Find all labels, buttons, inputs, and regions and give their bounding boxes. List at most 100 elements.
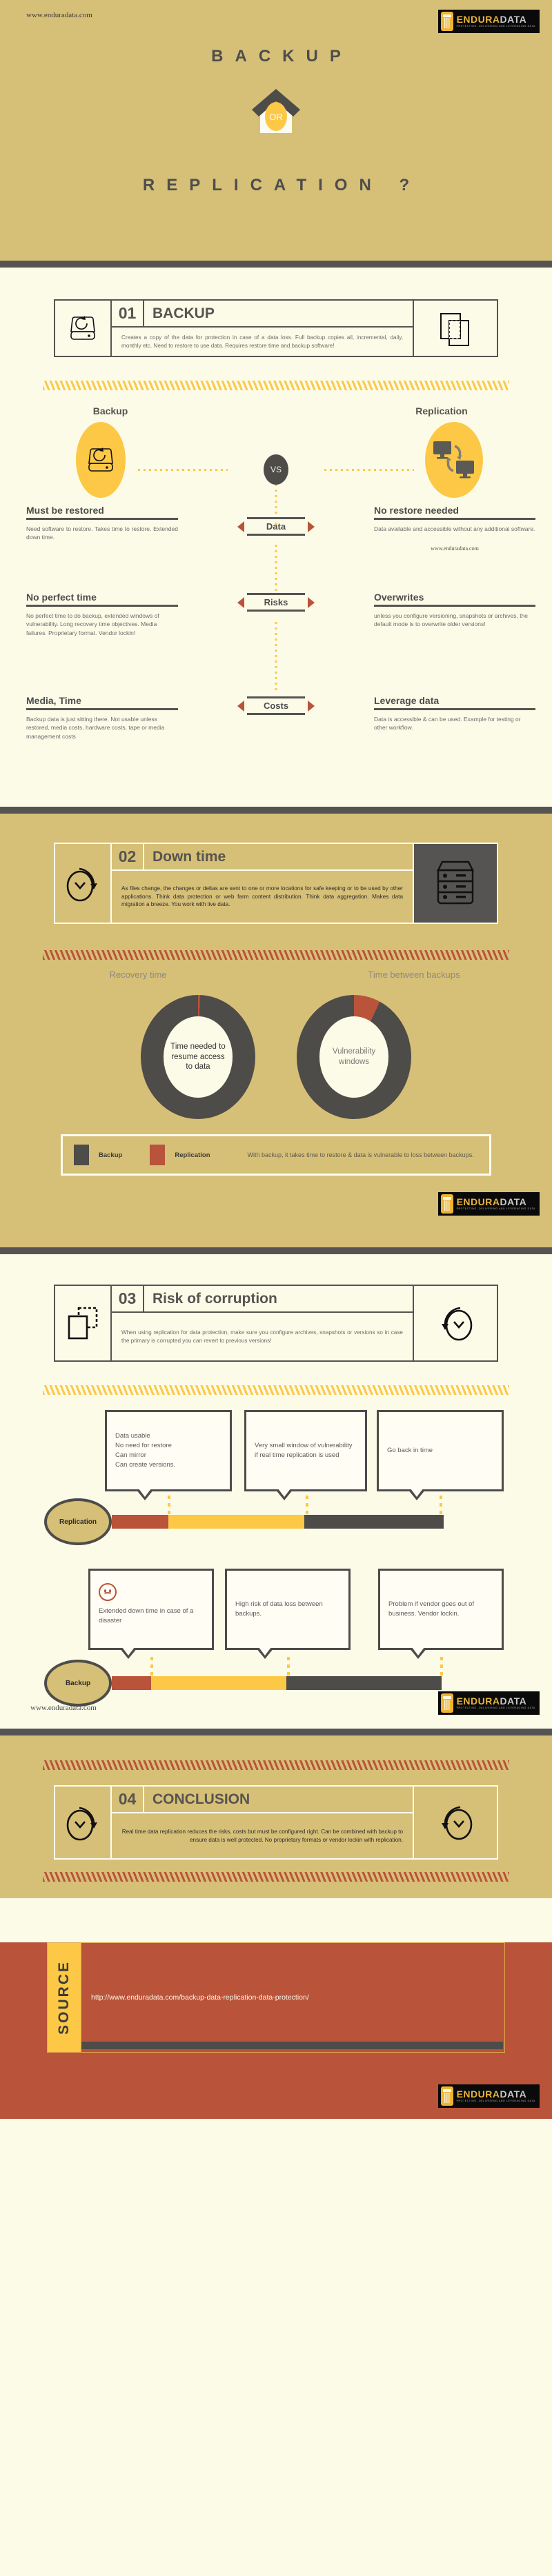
infographic-page: www.enduradata.com ENDURADATA PROTECTING… [0, 0, 552, 2119]
column-logo-icon [440, 1693, 453, 1713]
donut-2-center-label: Vulnerability windows [319, 1016, 388, 1098]
bubble-text: Data usable No need for restore Can mirr… [115, 1432, 176, 1469]
card-03-left-icon-cell [55, 1286, 112, 1360]
timeline-replication-bubble-1: Data usable No need for restore Can mirr… [105, 1410, 232, 1500]
row-pill-data: Data [247, 517, 305, 536]
svg-text:OR: OR [269, 112, 283, 122]
comparison-left-heading: Backup [92, 405, 128, 416]
row-costs-left: Media, Time Backup data is just sitting … [0, 695, 178, 785]
legend-label-backup: Backup [99, 1151, 123, 1159]
card-04-right-icon-cell [413, 1787, 497, 1858]
timeline-backup-stem-1 [150, 1657, 153, 1676]
card-01-left-icon-cell [55, 301, 112, 356]
row-risks-left-title: No perfect time [26, 592, 97, 603]
timeline-replication-bar [112, 1515, 444, 1529]
row-risks-right-text: unless you configure versioning, snapsho… [374, 612, 529, 628]
source-url-link[interactable]: http://www.enduradata.com/backup-data-re… [91, 1993, 309, 2002]
house-or-icon: OR [252, 89, 300, 133]
section-2-logo[interactable]: ENDURADATA PROTECTING, DELIVERING AND LE… [437, 1192, 540, 1217]
underline [374, 518, 535, 520]
logo-tagline: PROTECTING, DELIVERING AND LEVERAGING DA… [456, 25, 535, 28]
pill-bar-bottom [247, 610, 305, 612]
row-risks-left-text: No perfect time to do backup, extended w… [26, 612, 159, 636]
hero-header: www.enduradata.com ENDURADATA PROTECTING… [0, 0, 552, 261]
card-03: 03 Risk of corruption When using replica… [54, 1285, 498, 1362]
row-pill-costs-label: Costs [247, 698, 305, 713]
row-pill-costs: Costs [247, 696, 305, 715]
card-03-right-icon-cell [413, 1286, 497, 1360]
row-pill-data-label: Data [247, 519, 305, 534]
header-logo[interactable]: ENDURADATA PROTECTING, DELIVERING AND LE… [437, 10, 540, 34]
underline [26, 708, 178, 710]
column-logo-icon [440, 1194, 453, 1214]
comparison-mini-url: www.enduradata.com [431, 545, 479, 552]
bubble-text: Very small window of vulnerability if re… [255, 1442, 353, 1459]
underline [374, 708, 535, 710]
section-3-logo[interactable]: ENDURADATA PROTECTING, DELIVERING AND LE… [437, 1691, 540, 1716]
header-divider [0, 261, 552, 268]
card-04-left-icon-cell [55, 1787, 112, 1858]
row-risks-left: No perfect time No perfect time to do ba… [0, 592, 178, 695]
section-divider-1 [0, 807, 552, 814]
timeline-backup-stem-3 [440, 1657, 443, 1676]
logo-secondary-text: DATA [500, 1196, 527, 1208]
donut-time-between-backups: Vulnerability windows [297, 995, 411, 1119]
clock-rotate-icon [66, 867, 97, 902]
logo-tagline: PROTECTING, DELIVERING AND LEVERAGING DA… [456, 2100, 535, 2103]
timeline-backup-stem-2 [287, 1657, 290, 1676]
external-hard-drive-restore-icon [70, 316, 95, 340]
timeline-replication-stem-1 [168, 1496, 170, 1515]
section-backup: 01 BACKUP Creates a copy of the data for… [0, 268, 552, 807]
section-divider-2 [0, 1247, 552, 1254]
card-03-number: 03 [112, 1286, 144, 1311]
card-01-right-icon-cell [413, 301, 497, 356]
comparison-rows: Must be restored Need software to restor… [0, 505, 552, 785]
bubble-text: Go back in time [387, 1447, 433, 1455]
bubble-text: High risk of data loss between backups. [235, 1600, 323, 1618]
logo-secondary-text: DATA [500, 1695, 527, 1707]
replication-icon-badge [425, 422, 483, 498]
comparison-row-data: Must be restored Need software to restor… [0, 505, 552, 592]
row-risks-right-title: Overwrites [374, 592, 424, 603]
row-data-left: Must be restored Need software to restor… [0, 505, 178, 592]
sad-face-icon [99, 1583, 117, 1601]
clock-rotate-icon [66, 1807, 97, 1841]
comparison-row-costs: Media, Time Backup data is just sitting … [0, 695, 552, 785]
section-risk-corruption: 03 Risk of corruption When using replica… [0, 1254, 552, 1729]
source-block: SOURCE http://www.enduradata.com/backup-… [47, 1942, 505, 2053]
duplicate-file-icon [68, 1307, 98, 1340]
row-data-left-text: Need software to restore. Takes time to … [26, 525, 178, 541]
card-04-number: 04 [112, 1787, 144, 1812]
column-logo-icon [440, 2086, 453, 2106]
card-01-body: Creates a copy of the data for protectio… [121, 334, 403, 349]
logo-tagline: PROTECTING, DELIVERING AND LEVERAGING DA… [456, 1207, 535, 1211]
logo-tagline: PROTECTING, DELIVERING AND LEVERAGING DA… [456, 1707, 535, 1710]
timeline-replication-node: Replication [44, 1498, 112, 1545]
comparison-block: Backup Replication VS Must be restored N… [0, 405, 552, 785]
card-02-left-icon-cell [55, 844, 112, 923]
source-body: http://www.enduradata.com/backup-data-re… [81, 1943, 504, 2052]
vs-dotline-left [138, 469, 228, 471]
row-dotline-data [275, 545, 277, 592]
logo-primary-text: ENDURA [456, 14, 500, 26]
hard-drive-icon [88, 447, 113, 472]
timeline-backup-bar [112, 1676, 442, 1690]
header-site-url: www.enduradata.com [26, 11, 92, 19]
source-tab: SOURCE [48, 1943, 81, 2052]
bubble-text: Problem if vendor goes out of business. … [388, 1600, 475, 1618]
card-04-title: CONCLUSION [152, 1791, 250, 1807]
divider-zigzag-gold-1 [43, 381, 509, 390]
timeline-backup-bubble-2: High risk of data loss between backups. [225, 1569, 351, 1659]
footer-logo[interactable]: ENDURADATA PROTECTING, DELIVERING AND LE… [437, 2084, 540, 2109]
bar-segment-rust [112, 1515, 168, 1529]
card-01: 01 BACKUP Creates a copy of the data for… [54, 299, 498, 357]
card-02-right-icon-cell [413, 844, 497, 923]
legend-note: With backup, it takes time to restore & … [247, 1151, 474, 1158]
timeline-replication-stem-2 [306, 1496, 308, 1515]
logo-secondary-text: DATA [500, 2089, 527, 2100]
card-01-number: 01 [112, 301, 144, 326]
timeline-replication-bubble-3: Go back in time [377, 1410, 504, 1500]
row-pill-risks-label: Risks [247, 595, 305, 610]
section-3-site-url: www.enduradata.com [30, 1704, 97, 1712]
divider-zigzag-rust-1 [43, 950, 509, 960]
